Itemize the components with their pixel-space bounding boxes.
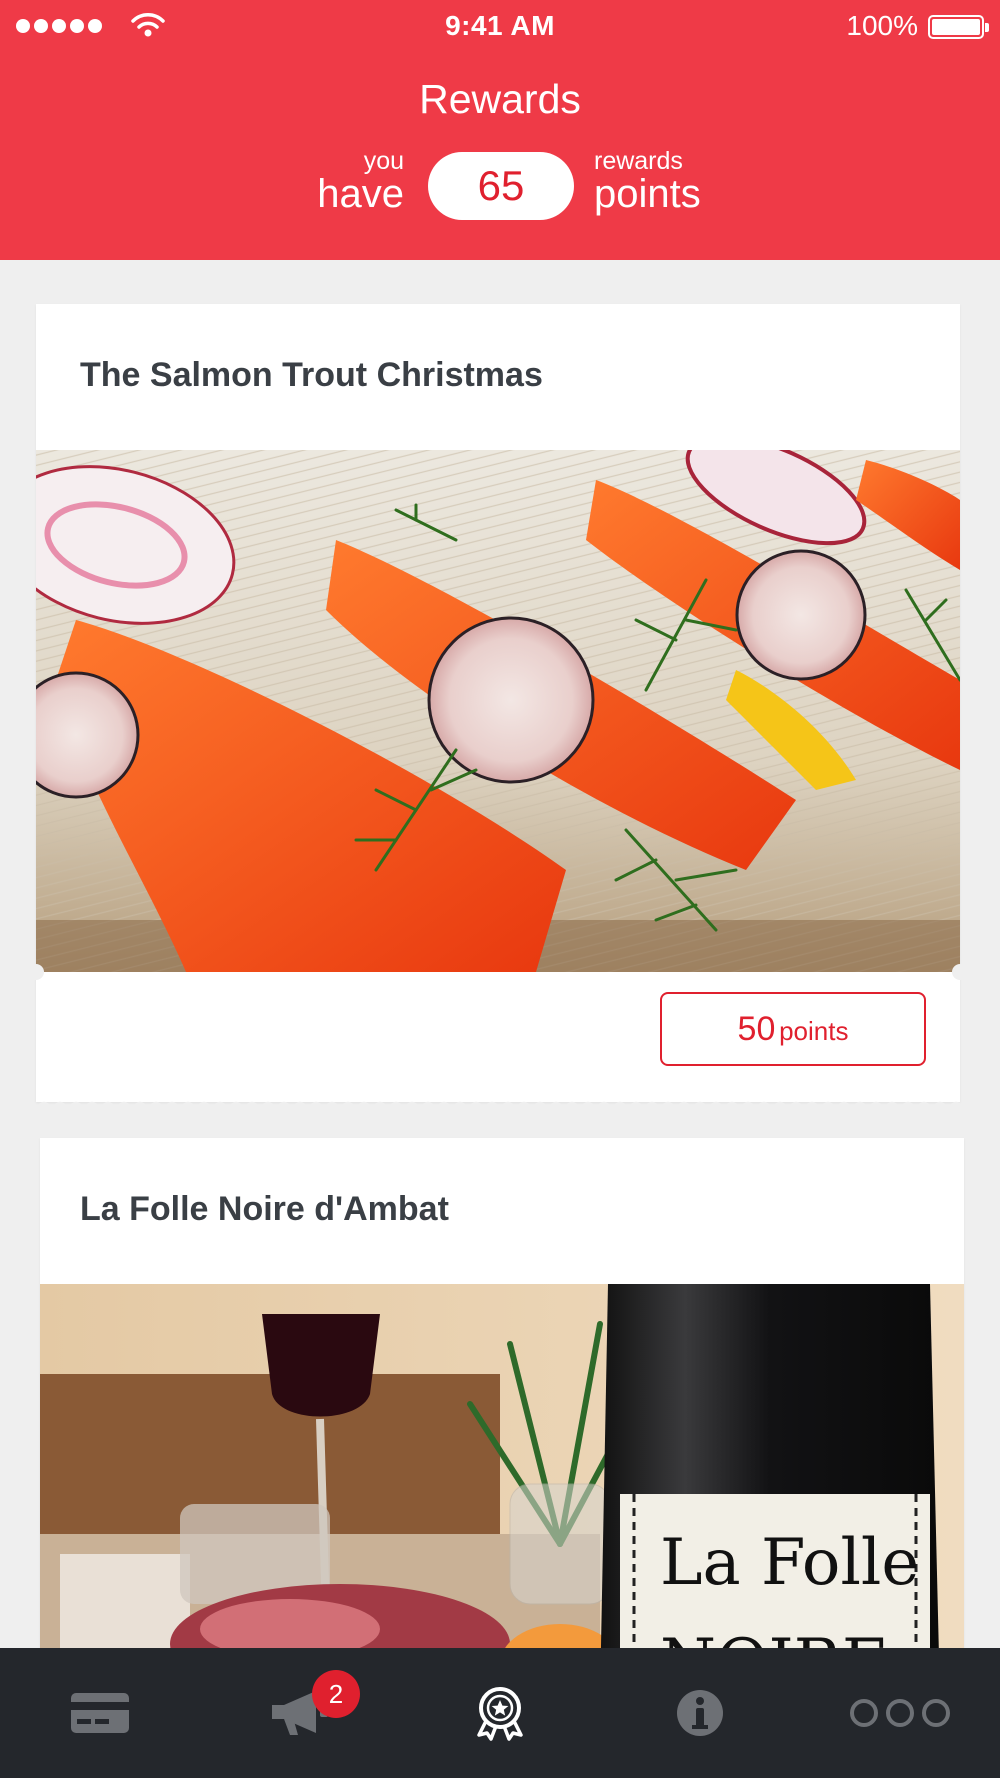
wine-bottle-image: La Folle NOIRE xyxy=(40,1284,964,1698)
you-have-label: you have xyxy=(317,147,404,216)
tab-card[interactable] xyxy=(0,1648,200,1778)
salmon-trout-image xyxy=(36,450,960,972)
more-icon xyxy=(850,1699,950,1727)
page-title: Rewards xyxy=(419,76,581,122)
card-icon xyxy=(71,1693,129,1733)
status-bar: 9:41 AM 100% xyxy=(0,0,1000,52)
info-icon xyxy=(677,1690,723,1736)
cost-value: 50 xyxy=(737,1010,776,1048)
reward-title: The Salmon Trout Christmas xyxy=(80,356,543,394)
tab-news[interactable]: 2 xyxy=(200,1648,400,1778)
wine-label-text: La Folle xyxy=(660,1526,919,1600)
tab-more[interactable] xyxy=(800,1648,1000,1778)
tab-rewards[interactable] xyxy=(400,1648,600,1778)
notification-badge: 2 xyxy=(312,1670,360,1718)
points-balance: 65 xyxy=(428,152,574,220)
perforated-edge xyxy=(36,1096,960,1108)
reward-card[interactable]: The Salmon Trout Christmas 50 points xyxy=(28,304,968,1108)
tab-bar: 2 xyxy=(0,1648,1000,1778)
battery-percent: 100% xyxy=(846,10,918,41)
redeem-cost-button[interactable]: 50 points xyxy=(660,992,926,1066)
rewards-screen: 9:41 AM 100% Rewards you have 65 rewards… xyxy=(0,0,1000,1778)
reward-title: La Folle Noire d'Ambat xyxy=(80,1190,449,1228)
tab-info[interactable] xyxy=(600,1648,800,1778)
reward-card[interactable]: La Folle Noire d'Ambat La Folle xyxy=(40,1138,964,1698)
rewards-points-label: rewards points xyxy=(594,147,701,216)
award-icon xyxy=(477,1687,523,1741)
battery-icon xyxy=(928,15,989,39)
reward-card-footer: 50 points xyxy=(28,964,968,1108)
cost-unit: points xyxy=(779,1016,849,1046)
header: 9:41 AM 100% Rewards you have 65 rewards… xyxy=(0,0,1000,260)
points-summary: you have 65 rewards points xyxy=(0,148,1000,228)
